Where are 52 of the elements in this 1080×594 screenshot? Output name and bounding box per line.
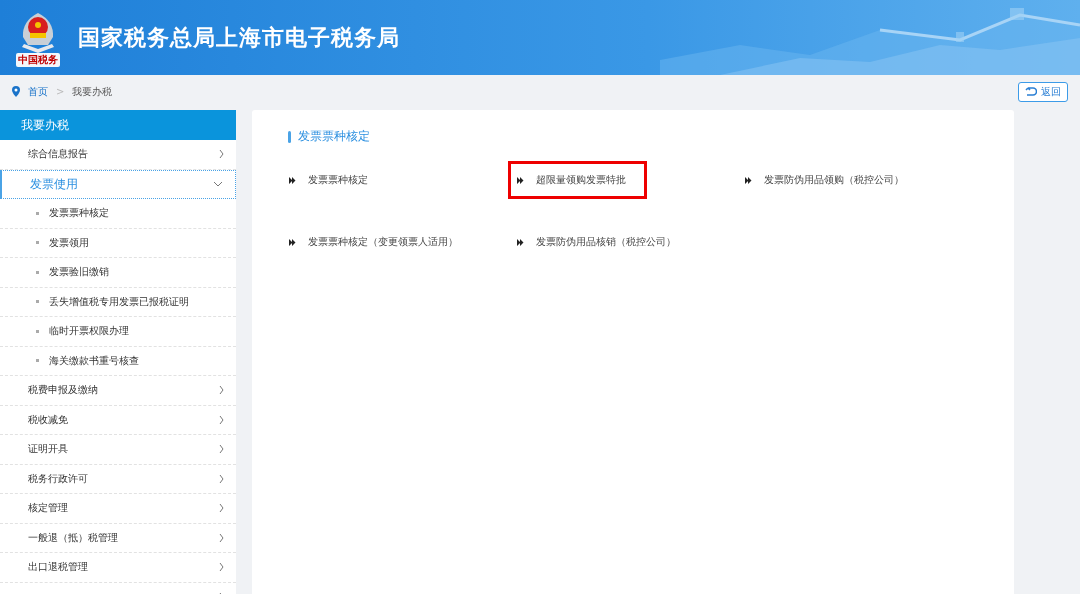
sidebar-item-label: 综合信息报告 xyxy=(28,147,88,162)
sidebar-title: 我要办税 xyxy=(0,110,236,140)
service-link[interactable]: 发票票种核定 xyxy=(280,161,389,199)
section-title: 发票票种核定 xyxy=(298,128,370,145)
site-title: 国家税务总局上海市电子税务局 xyxy=(78,23,400,52)
double-arrow-icon xyxy=(517,238,524,246)
sidebar-item[interactable]: 发票使用 xyxy=(0,169,236,199)
sidebar-subitem[interactable]: 发票领用 xyxy=(0,228,236,258)
breadcrumb-current: 我要办税 xyxy=(72,84,113,99)
chevron-down-icon xyxy=(213,181,223,188)
bullet-icon xyxy=(36,359,39,363)
bullet-icon xyxy=(36,300,39,304)
logo-text: 中国税务 xyxy=(16,52,60,67)
double-arrow-icon xyxy=(517,176,524,184)
sidebar-item-label: 核定管理 xyxy=(28,501,68,516)
service-link[interactable]: 发票防伪用品核销（税控公司） xyxy=(508,223,697,261)
sidebar-subitem[interactable]: 发票验旧缴销 xyxy=(0,258,236,288)
sidebar-item-label: 一般退（抵）税管理 xyxy=(28,530,118,545)
sidebar-subitem[interactable]: 海关缴款书重号核查 xyxy=(0,346,236,376)
bullet-icon xyxy=(36,270,39,274)
sidebar-item[interactable]: 税收减免 xyxy=(0,405,236,435)
sidebar-item-label: 出口退税管理 xyxy=(28,560,88,575)
sidebar-item[interactable]: 一般退（抵）税管理 xyxy=(0,523,236,553)
sidebar-item-label: 税费申报及缴纳 xyxy=(28,383,98,398)
sidebar-item[interactable]: 税务行政许可 xyxy=(0,464,236,494)
location-pin-icon xyxy=(12,86,20,97)
double-arrow-icon xyxy=(745,176,752,184)
service-link[interactable]: 发票防伪用品领购（税控公司） xyxy=(736,161,925,199)
bullet-icon xyxy=(36,329,39,333)
back-button[interactable]: 返回 xyxy=(1018,81,1068,102)
sidebar-item-label: 税收减免 xyxy=(28,412,68,427)
breadcrumb-separator: > xyxy=(56,86,65,97)
sidebar-subitem[interactable]: 丢失增值税专用发票已报税证明 xyxy=(0,287,236,317)
service-link[interactable]: 发票票种核定（变更领票人适用） xyxy=(280,223,479,261)
sidebar-item[interactable]: 核定管理 xyxy=(0,494,236,524)
sidebar-item[interactable]: 证明开具 xyxy=(0,435,236,465)
return-icon xyxy=(1025,87,1037,96)
breadcrumb-link[interactable]: 首页 xyxy=(28,84,48,99)
sidebar-item[interactable]: 出口退税管理 xyxy=(0,553,236,583)
title-accent-bar xyxy=(288,130,291,143)
sidebar-item[interactable]: 税费申报及缴纳 xyxy=(0,376,236,406)
bullet-icon xyxy=(36,211,39,215)
sidebar-item[interactable]: 综合信息报告 xyxy=(0,140,236,170)
bullet-icon xyxy=(36,241,39,245)
double-arrow-icon xyxy=(289,176,296,184)
sidebar-item-label: 证明开具 xyxy=(28,442,68,457)
double-arrow-icon xyxy=(289,238,296,246)
sidebar-subitem[interactable]: 发票票种核定 xyxy=(0,199,236,229)
sidebar-item-label: 税务行政许可 xyxy=(28,471,88,486)
service-link[interactable]: 超限量领购发票特批 xyxy=(508,161,647,199)
sidebar-subitem[interactable]: 临时开票权限办理 xyxy=(0,317,236,347)
sidebar-item-label: 发票使用 xyxy=(30,175,78,193)
